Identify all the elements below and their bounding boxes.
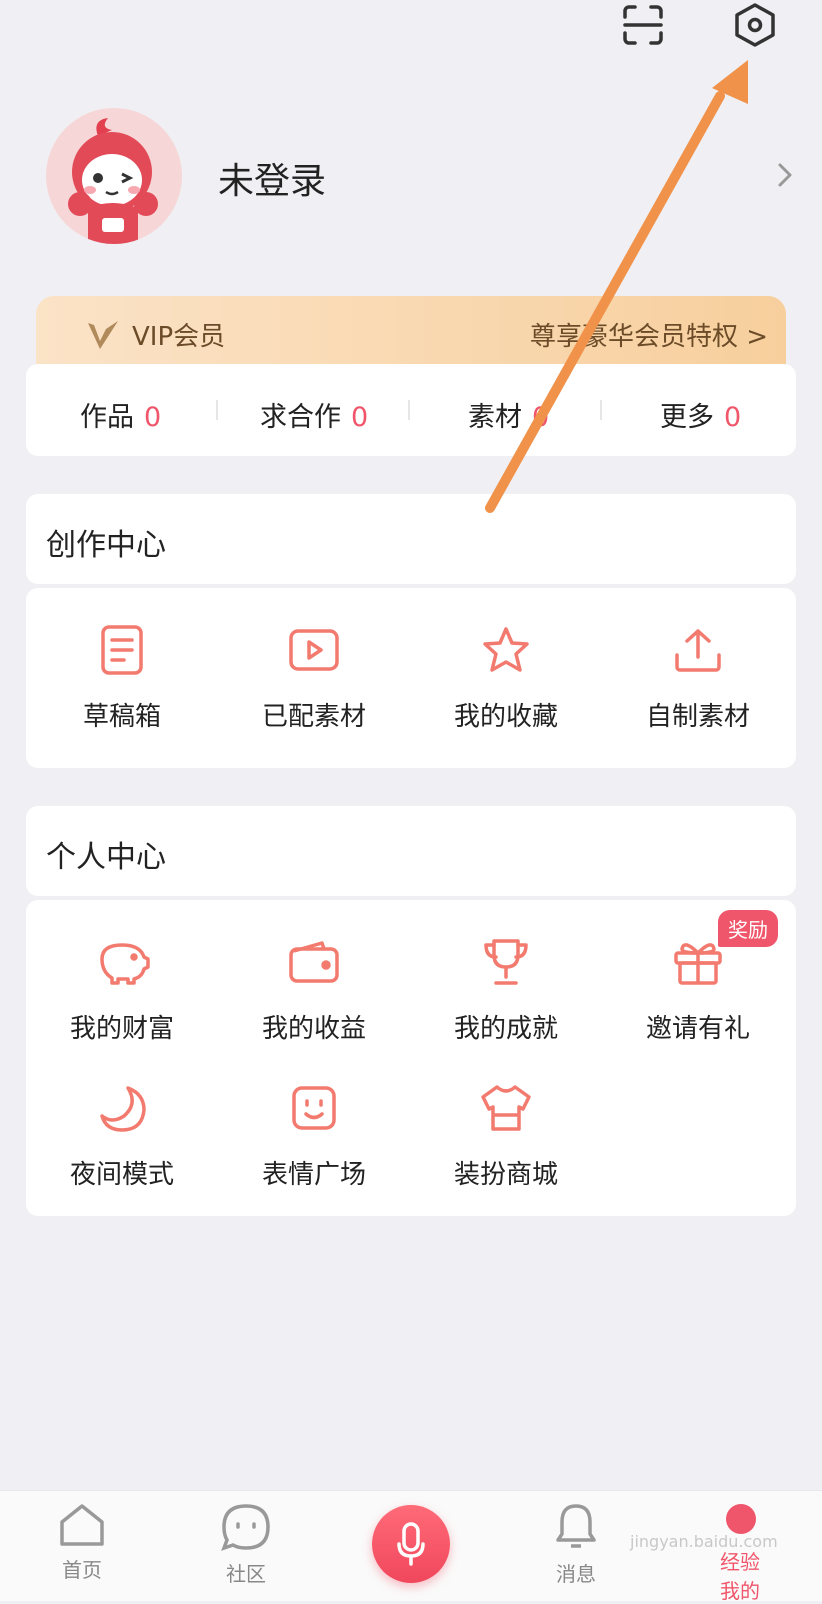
grid-item-invite[interactable]: 邀请有礼: [602, 932, 794, 1045]
upload-icon: [668, 620, 728, 680]
video-play-icon: [284, 620, 344, 680]
grid-item-label: 我的收益: [261, 1014, 366, 1044]
grid-item-emoji-plaza[interactable]: 表情广场: [218, 1078, 410, 1191]
microphone-icon: [397, 1522, 425, 1566]
moon-icon: [92, 1078, 152, 1138]
grid-item-wealth[interactable]: 我的财富: [26, 932, 218, 1045]
trophy-icon: [476, 932, 536, 992]
grid-item-label: 邀请有礼: [645, 1014, 750, 1044]
annotation-arrow-icon: [485, 60, 748, 513]
grid-item-self-made[interactable]: 自制素材: [602, 620, 794, 733]
nav-community[interactable]: 社区: [196, 1502, 296, 1587]
grid-item-achievements[interactable]: 我的成就: [410, 932, 602, 1045]
star-icon: [476, 620, 536, 680]
nav-home[interactable]: 首页: [32, 1502, 132, 1583]
wallet-icon: [284, 932, 344, 992]
grid-item-label: 夜间模式: [69, 1160, 174, 1190]
nav-label: 消息: [556, 1562, 596, 1586]
grid-item-label: 装扮商城: [453, 1160, 558, 1190]
grid-item-label: 草稿箱: [82, 702, 161, 732]
personal-center-title: 个人中心: [46, 840, 166, 875]
nav-messages[interactable]: 消息: [526, 1502, 626, 1587]
nav-label: 首页: [62, 1558, 102, 1582]
chat-bubble-icon: [221, 1504, 270, 1551]
grid-item-drafts[interactable]: 草稿箱: [26, 620, 218, 733]
me-active-dot: [726, 1504, 756, 1534]
draft-icon: [92, 620, 152, 680]
grid-item-label: 已配素材: [261, 702, 366, 732]
grid-item-earnings[interactable]: 我的收益: [218, 932, 410, 1045]
piggy-bank-icon: [92, 932, 152, 992]
bell-icon: [556, 1504, 596, 1548]
grid-item-matched-material[interactable]: 已配素材: [218, 620, 410, 733]
smile-face-icon: [284, 1078, 344, 1138]
record-button[interactable]: [372, 1505, 450, 1583]
grid-item-label: 我的财富: [69, 1014, 174, 1044]
watermark: jingyan.baidu.com: [630, 1532, 778, 1551]
grid-item-label: 我的成就: [453, 1014, 558, 1044]
grid-item-label: 自制素材: [645, 702, 750, 732]
grid-item-favorites[interactable]: 我的收藏: [410, 620, 602, 733]
grid-item-label: 表情广场: [261, 1160, 366, 1190]
nav-label: 社区: [226, 1562, 266, 1586]
grid-item-dress-up-mall[interactable]: 装扮商城: [410, 1078, 602, 1191]
grid-item-night-mode[interactable]: 夜间模式: [26, 1078, 218, 1191]
grid-item-label: 我的收藏: [453, 702, 558, 732]
shirt-icon: [476, 1078, 536, 1138]
gift-icon: [668, 932, 728, 992]
home-icon: [60, 1504, 104, 1546]
